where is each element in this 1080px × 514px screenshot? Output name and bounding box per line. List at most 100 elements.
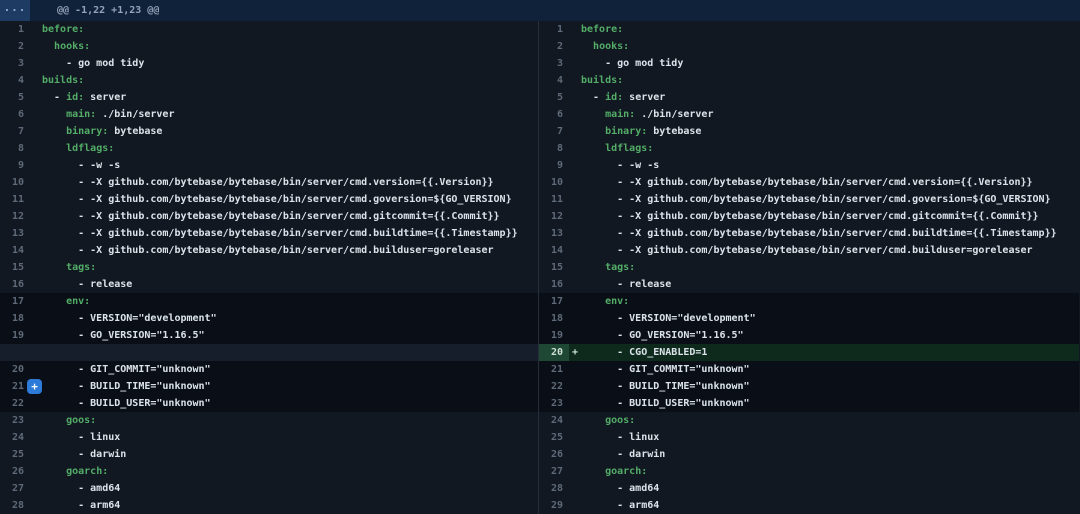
line-number[interactable]: 10 (0, 174, 30, 191)
code-line: - amd64 (42, 480, 538, 497)
line-number[interactable]: 21 (0, 378, 30, 395)
code-text: server (623, 92, 665, 103)
line-number[interactable]: 19 (0, 327, 30, 344)
code-line: - release (581, 276, 1079, 293)
line-number[interactable]: 2 (0, 38, 30, 55)
line-number[interactable]: 1 (539, 21, 569, 38)
line-number[interactable]: 26 (0, 463, 30, 480)
line-number[interactable]: 20 (539, 344, 569, 361)
code-text: - GO_VERSION="1.16.5" (42, 330, 205, 341)
line-number[interactable]: 8 (0, 140, 30, 157)
line-number[interactable]: 11 (0, 191, 30, 208)
code-line: before: (581, 21, 1079, 38)
yaml-key: id: (66, 92, 84, 103)
diff-marker (30, 276, 42, 293)
line-number[interactable]: 4 (539, 72, 569, 89)
line-number[interactable]: 20 (0, 361, 30, 378)
diff-marker (569, 55, 581, 72)
diff-marker (30, 497, 42, 514)
code-text: - VERSION="development" (42, 313, 217, 324)
add-comment-button[interactable]: + (27, 379, 42, 394)
line-number[interactable]: 23 (0, 412, 30, 429)
yaml-key: builds: (42, 75, 84, 86)
diff-line: 15 tags: (0, 259, 538, 276)
diff-marker (569, 123, 581, 140)
code-line: - GO_VERSION="1.16.5" (42, 327, 538, 344)
line-number[interactable]: 18 (539, 310, 569, 327)
diff-marker (30, 344, 42, 361)
line-number[interactable]: 27 (0, 480, 30, 497)
line-number[interactable]: 21 (539, 361, 569, 378)
line-number[interactable]: 22 (0, 395, 30, 412)
line-number[interactable]: 12 (539, 208, 569, 225)
diff-marker (569, 208, 581, 225)
line-number[interactable]: 17 (539, 293, 569, 310)
line-number[interactable]: 12 (0, 208, 30, 225)
line-number[interactable]: 28 (539, 480, 569, 497)
yaml-key: goos: (66, 415, 96, 426)
diff-marker (569, 480, 581, 497)
line-number[interactable]: 23 (539, 395, 569, 412)
line-number[interactable]: 4 (0, 72, 30, 89)
line-number[interactable]: 25 (0, 446, 30, 463)
code-text (581, 415, 605, 426)
code-text: - BUILD_USER="unknown" (581, 398, 750, 409)
line-number[interactable]: 8 (539, 140, 569, 157)
code-text: - linux (42, 432, 120, 443)
ellipsis-icon: ··· (4, 4, 27, 17)
line-number[interactable]: 22 (539, 378, 569, 395)
line-number[interactable]: 10 (539, 174, 569, 191)
diff-line: 1 before: (539, 21, 1079, 38)
line-number[interactable]: 6 (539, 106, 569, 123)
line-number[interactable]: 19 (539, 327, 569, 344)
diff-line: 14 - -X github.com/bytebase/bytebase/bin… (0, 242, 538, 259)
code-text: - -X github.com/bytebase/bytebase/bin/se… (42, 228, 518, 239)
code-line: - -X github.com/bytebase/bytebase/bin/se… (581, 191, 1079, 208)
line-number[interactable]: 25 (539, 429, 569, 446)
diff-marker (569, 225, 581, 242)
diff-line: 24 - linux (0, 429, 538, 446)
line-number[interactable]: 14 (0, 242, 30, 259)
line-number[interactable]: 6 (0, 106, 30, 123)
line-number[interactable]: 7 (0, 123, 30, 140)
line-number[interactable]: 5 (539, 89, 569, 106)
line-number[interactable]: 26 (539, 446, 569, 463)
yaml-key: goarch: (66, 466, 108, 477)
line-number[interactable]: 15 (0, 259, 30, 276)
yaml-key: goarch: (605, 466, 647, 477)
diff-line: 14 - -X github.com/bytebase/bytebase/bin… (539, 242, 1079, 259)
code-line: builds: (581, 72, 1079, 89)
line-number[interactable]: 14 (539, 242, 569, 259)
line-number[interactable]: 18 (0, 310, 30, 327)
line-number[interactable]: 17 (0, 293, 30, 310)
line-number[interactable]: 29 (539, 497, 569, 514)
line-number[interactable]: 5 (0, 89, 30, 106)
line-number[interactable]: 27 (539, 463, 569, 480)
line-number[interactable]: 2 (539, 38, 569, 55)
diff-marker (30, 310, 42, 327)
line-number[interactable]: 13 (0, 225, 30, 242)
diff-line: 25 - darwin (0, 446, 538, 463)
line-number[interactable]: 9 (0, 157, 30, 174)
code-text: - BUILD_USER="unknown" (42, 398, 211, 409)
line-number[interactable]: 3 (0, 55, 30, 72)
line-number[interactable]: 15 (539, 259, 569, 276)
line-number[interactable]: 16 (539, 276, 569, 293)
code-text (42, 262, 66, 273)
line-number[interactable]: 13 (539, 225, 569, 242)
line-number[interactable]: 3 (539, 55, 569, 72)
diff-line: 10 - -X github.com/bytebase/bytebase/bin… (0, 174, 538, 191)
line-number[interactable]: 9 (539, 157, 569, 174)
line-number[interactable]: 16 (0, 276, 30, 293)
diff-marker (569, 106, 581, 123)
diff-line: 19 - GO_VERSION="1.16.5" (0, 327, 538, 344)
line-number[interactable]: 7 (539, 123, 569, 140)
more-options-button[interactable]: ··· (0, 0, 30, 21)
line-number[interactable]: 24 (539, 412, 569, 429)
line-number[interactable]: 28 (0, 497, 30, 514)
line-number[interactable]: 24 (0, 429, 30, 446)
line-number[interactable]: 11 (539, 191, 569, 208)
line-number[interactable]: 1 (0, 21, 30, 38)
code-text (42, 126, 66, 137)
filler-line (0, 344, 538, 361)
